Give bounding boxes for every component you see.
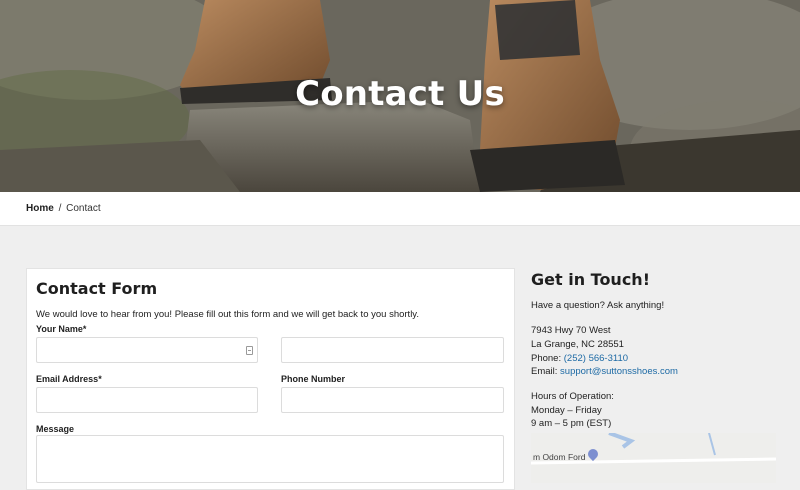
address-line-2: La Grange, NC 28551 — [531, 339, 624, 350]
message-label: Message — [36, 424, 75, 434]
contact-form-card: Contact Form We would love to hear from … — [26, 268, 515, 490]
email-link[interactable]: support@suttonsshoes.com — [560, 366, 678, 377]
phone-line: Phone: (252) 566-3110 — [531, 353, 628, 364]
name-label: Your Name* — [36, 324, 87, 334]
page-title: Contact Us — [295, 74, 505, 114]
phone-link[interactable]: (252) 566-3110 — [564, 353, 628, 364]
phone-label: Phone Number — [281, 374, 346, 384]
contact-form-title: Contact Form — [36, 279, 158, 298]
breadcrumb-home-link[interactable]: Home — [26, 203, 54, 214]
contact-question: Have a question? Ask anything! — [531, 300, 665, 311]
contact-form-intro: We would love to hear from you! Please f… — [36, 309, 419, 320]
email-line: Email: support@suttonsshoes.com — [531, 366, 678, 377]
address-line-1: 7943 Hwy 70 West — [531, 325, 611, 336]
map-place-label: m Odom Ford — [533, 452, 586, 462]
breadcrumb-trail: Home / Contact — [26, 192, 101, 225]
breadcrumb: Home / Contact — [0, 192, 800, 226]
hours-time: 9 am – 5 pm (EST) — [531, 418, 612, 429]
email-label: Email Address* — [36, 374, 102, 384]
phone-label-text: Phone: — [531, 353, 562, 364]
location-map[interactable]: m Odom Ford — [531, 433, 776, 483]
first-name-input[interactable] — [36, 337, 258, 363]
get-in-touch-title: Get in Touch! — [531, 270, 650, 289]
autofill-icon[interactable] — [246, 346, 253, 355]
phone-field[interactable] — [281, 387, 504, 413]
email-label-text: Email: — [531, 366, 558, 377]
hours-days: Monday – Friday — [531, 405, 602, 416]
last-name-input[interactable] — [281, 337, 504, 363]
breadcrumb-current: Contact — [66, 203, 101, 214]
hero-banner: Contact Us — [0, 0, 800, 192]
email-field[interactable] — [36, 387, 258, 413]
breadcrumb-separator: / — [58, 203, 62, 214]
hours-title: Hours of Operation: — [531, 391, 614, 402]
message-textarea[interactable] — [36, 435, 504, 483]
